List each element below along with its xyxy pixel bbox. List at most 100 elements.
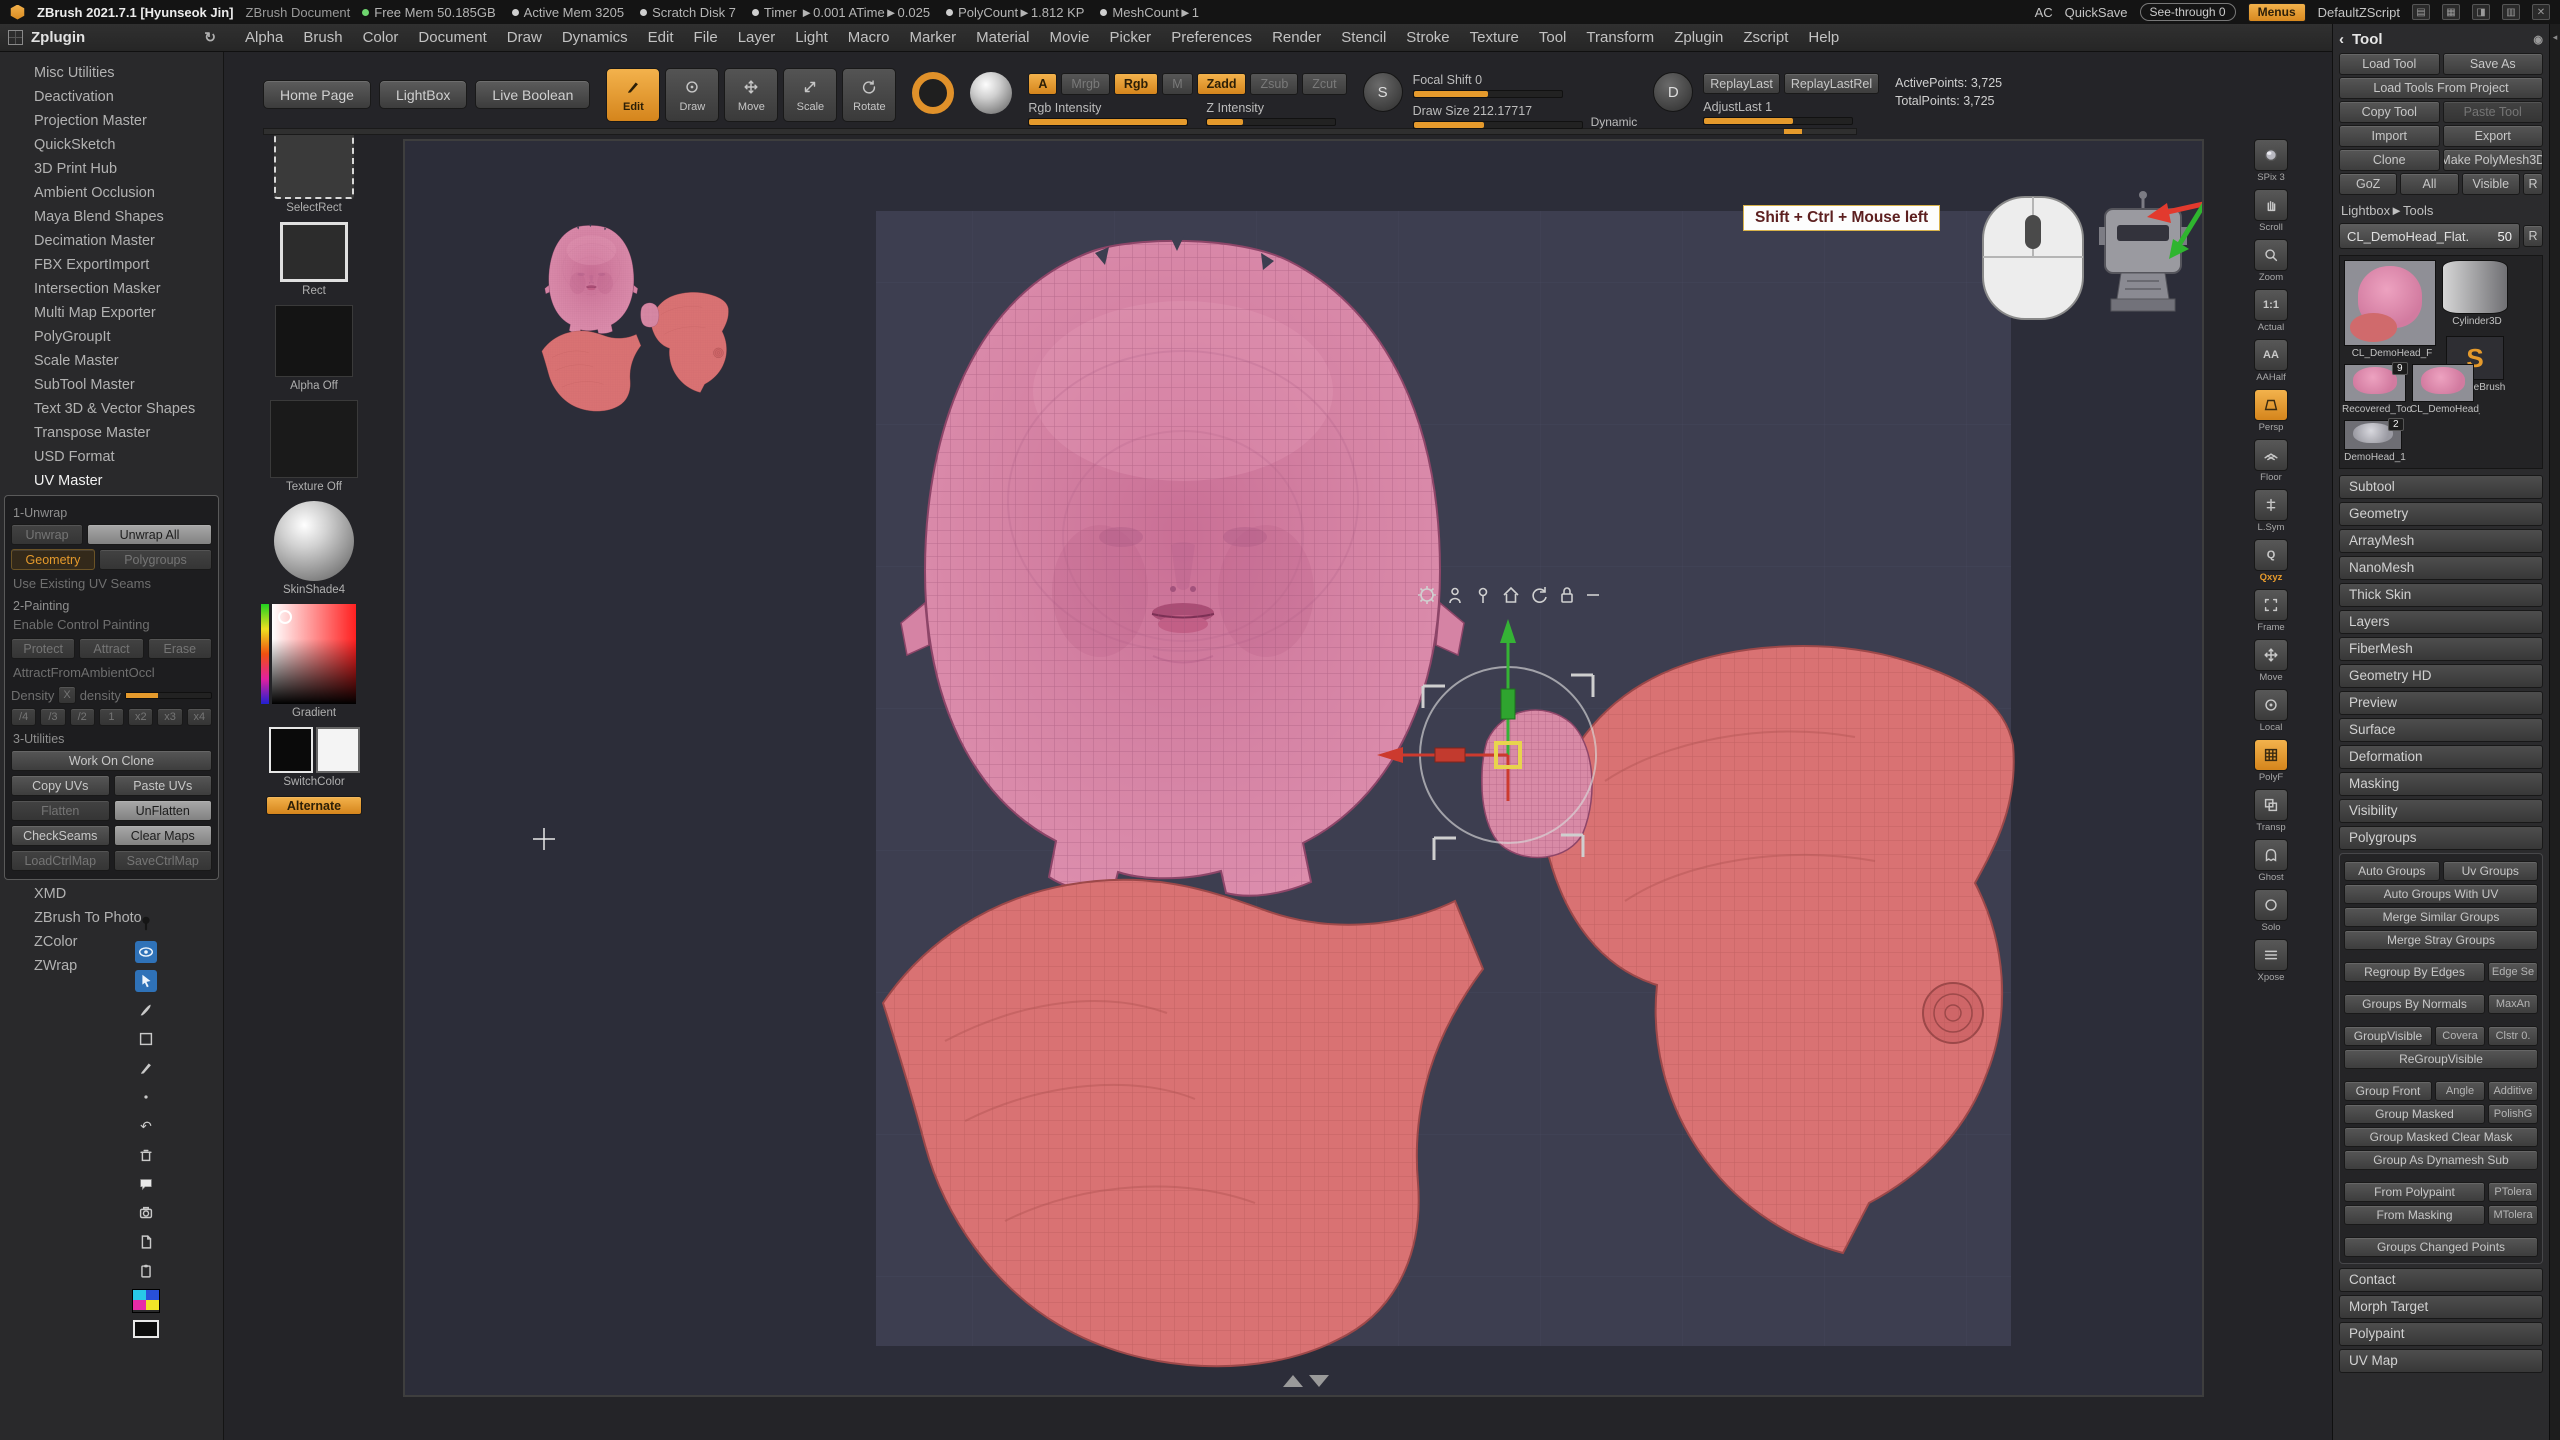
- current-material-preview[interactable]: [970, 72, 1012, 114]
- live-boolean-button[interactable]: Live Boolean: [475, 80, 590, 109]
- tool-section-nanomesh[interactable]: NanoMesh: [2339, 556, 2543, 580]
- menus-button[interactable]: Menus: [2248, 3, 2306, 22]
- tool-panel-header[interactable]: ‹ Tool ◉: [2339, 27, 2543, 51]
- auto-groups-button[interactable]: Auto Groups: [2344, 861, 2440, 881]
- dynamic-toggle[interactable]: Dynamic: [1591, 115, 1638, 129]
- menu-layer[interactable]: Layer: [729, 26, 785, 49]
- zplugin-item-zwrap[interactable]: ZWrap: [0, 954, 223, 978]
- m-toggle[interactable]: M: [1162, 73, 1192, 95]
- tool-thumb-cylinder3d[interactable]: [2442, 260, 2508, 314]
- zplugin-item-intersection-masker[interactable]: Intersection Masker: [0, 277, 223, 301]
- material-selector[interactable]: [274, 501, 354, 581]
- load-tools-from-project-button[interactable]: Load Tools From Project: [2339, 77, 2543, 99]
- shelf-ghost-button[interactable]: Ghost: [2254, 839, 2288, 883]
- menu-macro[interactable]: Macro: [839, 26, 899, 49]
- mode-move-button[interactable]: Move: [724, 68, 778, 122]
- clone-button[interactable]: Clone: [2339, 149, 2440, 171]
- shelf-floor-button[interactable]: Floor: [2254, 439, 2288, 483]
- menu-document[interactable]: Document: [409, 26, 495, 49]
- group-masked-clear-mask-button[interactable]: Group Masked Clear Mask: [2344, 1127, 2538, 1147]
- switchcolor-widget[interactable]: [269, 727, 360, 773]
- shelf-scroll-button[interactable]: Scroll: [2254, 189, 2288, 233]
- checkseams-button[interactable]: CheckSeams: [11, 825, 110, 846]
- zplugin-item-multi-map-exporter[interactable]: Multi Map Exporter: [0, 301, 223, 325]
- current-brush-preview[interactable]: [912, 72, 954, 114]
- clipboard-icon[interactable]: [135, 1260, 157, 1282]
- active-color-swatch[interactable]: [133, 1320, 159, 1338]
- zplugin-item-xmd[interactable]: XMD: [0, 882, 223, 906]
- panel-grid-icon[interactable]: ▤: [2412, 4, 2430, 20]
- window-icon[interactable]: ▥: [2502, 4, 2520, 20]
- default-zscript-button[interactable]: DefaultZScript: [2318, 5, 2400, 20]
- menu-tool[interactable]: Tool: [1530, 26, 1576, 49]
- tool-thumb-cl-demohead-f[interactable]: [2344, 260, 2436, 346]
- alpha-picker-icon[interactable]: D: [1653, 72, 1693, 112]
- use-existing-uv-seams-toggle[interactable]: Use Existing UV Seams: [11, 574, 212, 593]
- cmy-swatch[interactable]: [132, 1289, 160, 1313]
- make-polymesh3d-button[interactable]: Make PolyMesh3D: [2443, 149, 2544, 171]
- draw-size-slider[interactable]: Draw Size 212.17717: [1413, 104, 1583, 129]
- menu-light[interactable]: Light: [786, 26, 837, 49]
- rgb-toggle[interactable]: Rgb: [1114, 73, 1158, 95]
- from-polypaint-button[interactable]: From Polypaint: [2344, 1182, 2485, 1202]
- stroke-rect-button[interactable]: [280, 222, 348, 282]
- paste-tool-button[interactable]: Paste Tool: [2443, 101, 2544, 123]
- pencil-icon[interactable]: [135, 1057, 157, 1079]
- tool-section-subtool[interactable]: Subtool: [2339, 475, 2543, 499]
- shelf-aahalf-button[interactable]: AAAAHalf: [2254, 339, 2288, 383]
- secondary-color-swatch[interactable]: [316, 727, 360, 773]
- menu-picker[interactable]: Picker: [1101, 26, 1161, 49]
- a-button[interactable]: A: [1028, 73, 1057, 95]
- tool-section-surface[interactable]: Surface: [2339, 718, 2543, 742]
- r-button[interactable]: R: [2523, 173, 2543, 195]
- rgb-intensity-slider[interactable]: Rgb Intensity: [1028, 101, 1188, 126]
- covera-button[interactable]: Covera: [2435, 1026, 2485, 1046]
- density-mult-x3[interactable]: x3: [157, 708, 182, 726]
- mtolera-button[interactable]: MTolera: [2488, 1205, 2538, 1225]
- clear-maps-button[interactable]: Clear Maps: [114, 825, 213, 846]
- density-mult-3[interactable]: /3: [40, 708, 65, 726]
- zplugin-item-uv-master[interactable]: UV Master: [0, 469, 223, 493]
- zplugin-item-zbrush-to-photo[interactable]: ZBrush To Photo: [0, 906, 223, 930]
- zplugin-item-zcolor[interactable]: ZColor: [0, 930, 223, 954]
- zplugin-item-scale-master[interactable]: Scale Master: [0, 349, 223, 373]
- brush-icon[interactable]: [135, 999, 157, 1021]
- zplugin-item-fbx-exportimport[interactable]: FBX ExportImport: [0, 253, 223, 277]
- density-x-button[interactable]: X: [58, 686, 75, 704]
- stroke-picker-icon[interactable]: S: [1363, 72, 1403, 112]
- groups-by-normals-button[interactable]: Groups By Normals: [2344, 994, 2485, 1014]
- shelf-spix-3-button[interactable]: SPix 3: [2254, 139, 2288, 183]
- document-canvas[interactable]: Shift + Ctrl + Mouse left: [403, 139, 2204, 1397]
- menu-color[interactable]: Color: [354, 26, 408, 49]
- lightbox-tools-label[interactable]: Lightbox►Tools: [2339, 197, 2543, 221]
- tool-section-deformation[interactable]: Deformation: [2339, 745, 2543, 769]
- tool-section-fibermesh[interactable]: FiberMesh: [2339, 637, 2543, 661]
- shelf-solo-button[interactable]: Solo: [2254, 889, 2288, 933]
- paste-uvs-button[interactable]: Paste UVs: [114, 775, 213, 796]
- shelf-move-button[interactable]: Move: [2254, 639, 2288, 683]
- additive-button[interactable]: Additive: [2488, 1081, 2538, 1101]
- mode-scale-button[interactable]: Scale: [783, 68, 837, 122]
- zplugin-item-text-3d-vector-shapes[interactable]: Text 3D & Vector Shapes: [0, 397, 223, 421]
- zcut-toggle[interactable]: Zcut: [1302, 73, 1346, 95]
- group-as-dynamesh-sub-button[interactable]: Group As Dynamesh Sub: [2344, 1150, 2538, 1170]
- menu-dynamics[interactable]: Dynamics: [553, 26, 637, 49]
- mode-draw-button[interactable]: Draw: [665, 68, 719, 122]
- menu-zscript[interactable]: Zscript: [1734, 26, 1797, 49]
- enable-control-painting-toggle[interactable]: Enable Control Painting: [11, 615, 212, 634]
- tool-section-geometry[interactable]: Geometry: [2339, 502, 2543, 526]
- tool-section-preview[interactable]: Preview: [2339, 691, 2543, 715]
- shelf-l-sym-button[interactable]: L.Sym: [2254, 489, 2288, 533]
- density-mult-4[interactable]: /4: [11, 708, 36, 726]
- current-tool-slider[interactable]: CL_DemoHead_Flat. 50: [2339, 223, 2520, 249]
- z-intensity-slider[interactable]: Z Intensity: [1206, 101, 1336, 126]
- monitor-icon[interactable]: ◨: [2472, 4, 2490, 20]
- tool-section-arraymesh[interactable]: ArrayMesh: [2339, 529, 2543, 553]
- timeline-strip[interactable]: [263, 128, 1857, 135]
- menu-texture[interactable]: Texture: [1461, 26, 1528, 49]
- uv-groups-button[interactable]: Uv Groups: [2443, 861, 2539, 881]
- quicksave-button[interactable]: QuickSave: [2065, 5, 2128, 20]
- from-masking-button[interactable]: From Masking: [2344, 1205, 2485, 1225]
- zadd-toggle[interactable]: Zadd: [1197, 73, 1247, 95]
- clstr-0-button[interactable]: Clstr 0.: [2488, 1026, 2538, 1046]
